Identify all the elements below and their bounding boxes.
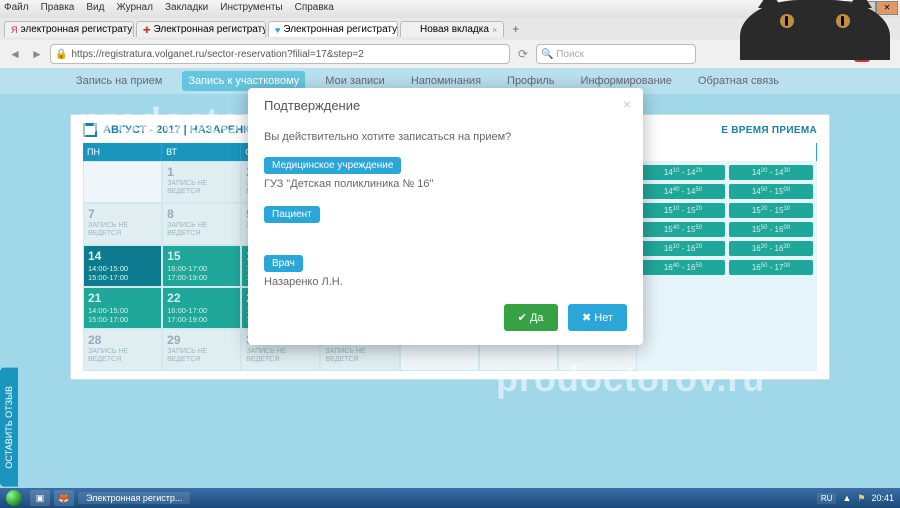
free-time-label: Е ВРЕМЯ ПРИЕМА — [721, 125, 817, 136]
tab-close-icon[interactable]: × — [492, 25, 497, 35]
modal-question: Вы действительно хотите записаться на пр… — [264, 131, 627, 143]
menu-tools[interactable]: Инструменты — [220, 2, 282, 16]
modal-label-patient: Пациент — [264, 206, 320, 223]
calendar-day-cell: 7ЗАПИСЬ НЕ ВЕДЕТСЯ — [83, 203, 162, 245]
tab-title: Электронная регистратура... — [154, 24, 266, 35]
modal-value-org: ГУЗ "Детская поликлиника № 16" — [264, 178, 627, 192]
tray-up-icon[interactable]: ▲ — [842, 493, 851, 503]
calendar-day-cell — [83, 161, 162, 203]
search-placeholder: Поиск — [556, 49, 584, 60]
back-button[interactable]: ◄ — [6, 45, 24, 63]
time-slot-chip[interactable]: 1440 - 1450 — [641, 184, 725, 199]
modal-value-doctor: Назаренко Л.Н. — [264, 276, 627, 290]
weekday-header: ПН — [83, 143, 162, 161]
calendar-day-cell: 8ЗАПИСЬ НЕ ВЕДЕТСЯ — [162, 203, 241, 245]
time-slot-chip[interactable]: 1640 - 1650 — [641, 260, 725, 275]
forward-button[interactable]: ► — [28, 45, 46, 63]
time-slot-column: 1410 - 1420 1420 - 1430 1440 - 1450 1450 - … — [637, 161, 817, 371]
new-tab-button[interactable]: + — [506, 22, 525, 36]
browser-tab[interactable]: ♥Электронная регистратура... × — [268, 21, 398, 37]
modal-value-patient — [264, 227, 627, 241]
windows-taskbar: ▣ 🦊 Электронная регистр... RU ▲ ⚑ 20:41 — [0, 488, 900, 508]
time-slot-chip[interactable]: 1510 - 1520 — [641, 203, 725, 218]
search-icon: 🔍 — [541, 49, 553, 60]
menu-help[interactable]: Справка — [295, 2, 334, 16]
topnav-item[interactable]: Запись на прием — [70, 71, 168, 91]
time-slot-chip[interactable]: 1420 - 1430 — [729, 165, 813, 180]
language-indicator[interactable]: RU — [817, 493, 837, 504]
menu-file[interactable]: Файл — [4, 2, 29, 16]
weekday-header: ВТ — [162, 143, 241, 161]
tab-favicon — [407, 25, 417, 35]
time-slot-chip[interactable]: 1650 - 1700 — [729, 260, 813, 275]
calendar-day-cell: 29ЗАПИСЬ НЕ ВЕДЕТСЯ — [162, 329, 241, 371]
topnav-item[interactable]: Обратная связь — [692, 71, 785, 91]
tab-favicon: Я — [11, 25, 18, 35]
calendar-day-cell[interactable]: 1516:00-17:0017:00-19:00 — [162, 245, 241, 287]
browser-tab[interactable]: Яэлектронная регистратура ... × — [4, 21, 134, 37]
lock-icon: 🔒 — [55, 49, 67, 60]
menu-history[interactable]: Журнал — [116, 2, 153, 16]
url-input[interactable]: 🔒 https://registratura.volganet.ru/secto… — [50, 44, 510, 64]
tab-title: электронная регистратура ... — [21, 24, 135, 35]
modal-label-org: Медицинское учреждение — [264, 157, 401, 174]
url-text: https://registratura.volganet.ru/sector-… — [71, 49, 363, 60]
taskbar-firefox-icon[interactable]: 🦊 — [54, 490, 74, 506]
search-input[interactable]: 🔍 Поиск — [536, 44, 696, 64]
taskbar-window-item[interactable]: Электронная регистр... — [78, 492, 190, 504]
menu-edit[interactable]: Правка — [41, 2, 75, 16]
feedback-side-tab[interactable]: ОСТАВИТЬ ОТЗЫВ — [0, 368, 18, 487]
calendar-day-cell[interactable]: 2216:00-17:0017:00-19:00 — [162, 287, 241, 329]
confirm-modal: × Подтверждение Вы действительно хотите … — [248, 88, 643, 345]
menu-view[interactable]: Вид — [86, 2, 104, 16]
confirm-yes-button[interactable]: ✔ Да — [504, 304, 558, 331]
time-slot-chip[interactable]: 1620 - 1630 — [729, 241, 813, 256]
modal-label-doctor: Врач — [264, 255, 303, 272]
persona-cat-image — [740, 0, 890, 60]
tab-title: Новая вкладка — [420, 24, 489, 35]
taskbar-explorer-icon[interactable]: ▣ — [30, 490, 50, 506]
calendar-day-cell[interactable]: 1414:00-15:0015:00-17:00 — [83, 245, 162, 287]
modal-title: Подтверждение — [264, 98, 627, 113]
window-close-button[interactable]: ✕ — [876, 1, 898, 15]
calendar-icon — [83, 123, 97, 137]
clock: 20:41 — [871, 493, 894, 503]
confirm-no-button[interactable]: ✖ Нет — [568, 304, 627, 331]
time-slot-chip[interactable]: 1550 - 1600 — [729, 222, 813, 237]
tab-title: Электронная регистратура... — [283, 24, 398, 35]
tab-favicon: ♥ — [275, 25, 280, 35]
modal-close-button[interactable]: × — [623, 96, 631, 112]
browser-tab[interactable]: ✚Электронная регистратура... × — [136, 21, 266, 37]
reload-button[interactable]: ⟳ — [514, 45, 532, 63]
browser-tabstrip: Яэлектронная регистратура ... ×✚Электрон… — [0, 18, 900, 40]
time-slot-chip[interactable]: 1450 - 1500 — [729, 184, 813, 199]
time-slot-chip[interactable]: 1610 - 1620 — [641, 241, 725, 256]
tab-favicon: ✚ — [143, 25, 151, 35]
browser-tab[interactable]: Новая вкладка × — [400, 21, 504, 37]
time-slot-chip[interactable]: 1410 - 1420 — [641, 165, 725, 180]
calendar-day-cell[interactable]: 2114:00-15:0015:00-17:00 — [83, 287, 162, 329]
start-button[interactable] — [0, 488, 28, 508]
menu-bookmarks[interactable]: Закладки — [165, 2, 208, 16]
calendar-day-cell: 1ЗАПИСЬ НЕ ВЕДЕТСЯ — [162, 161, 241, 203]
time-slot-chip[interactable]: 1540 - 1550 — [641, 222, 725, 237]
calendar-title: АВГУСТ - 2017 | НАЗАРЕНКО Л — [103, 124, 269, 136]
time-slot-chip[interactable]: 1520 - 1530 — [729, 203, 813, 218]
tray-icon[interactable]: ⚑ — [857, 493, 865, 504]
calendar-day-cell: 28ЗАПИСЬ НЕ ВЕДЕТСЯ — [83, 329, 162, 371]
